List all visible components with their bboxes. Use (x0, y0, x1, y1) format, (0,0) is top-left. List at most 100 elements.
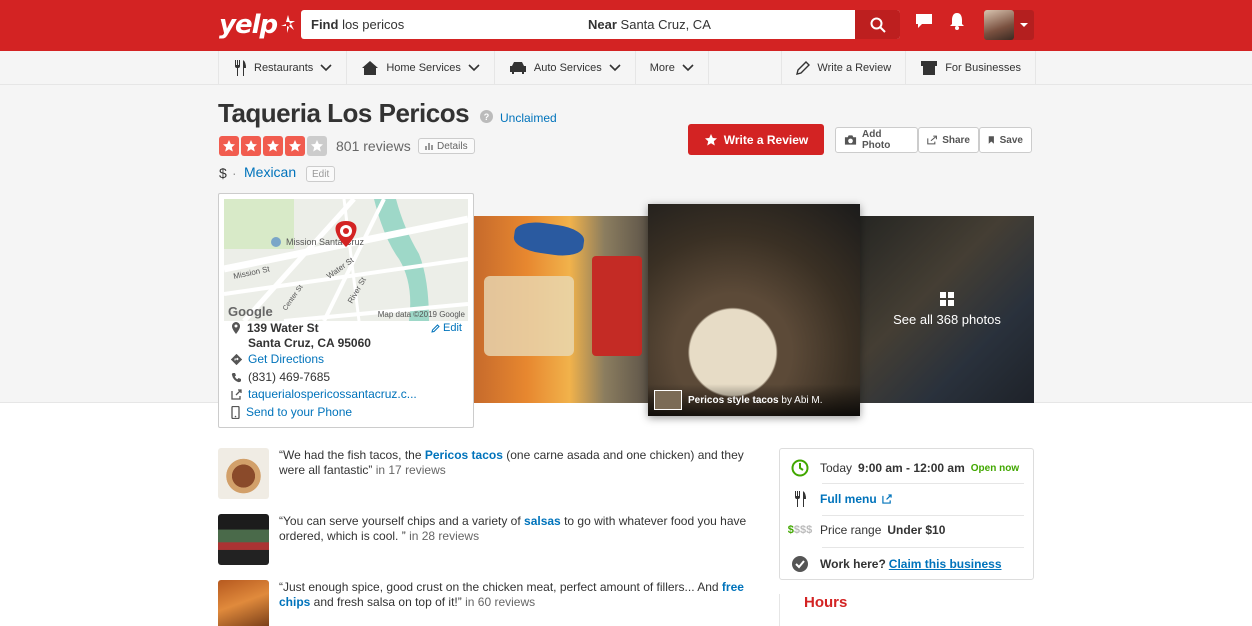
highlight-text: “Just enough spice, good crust on the ch… (279, 580, 759, 610)
save-button[interactable]: Save (979, 127, 1032, 153)
featured-photo[interactable]: Pericos style tacos by Abi M. (648, 204, 860, 416)
chevron-down-icon (609, 64, 621, 72)
map-graphic: Mission Santa Cruz Mission St Water St R… (224, 199, 468, 321)
highlight-quote: “We had the fish tacos, the (279, 448, 425, 462)
price-off: $$$ (793, 524, 813, 536)
photo-thumbnail[interactable] (474, 216, 648, 403)
find-label: Find (311, 17, 339, 32)
fork-knife-icon (795, 491, 806, 507)
today-label: Today (820, 461, 853, 475)
star-rating (219, 136, 327, 156)
today-hours-value: 9:00 am - 12:00 am (858, 461, 965, 475)
highlight-thumbnail[interactable] (218, 514, 269, 565)
review-highlight: “We had the fish tacos, the Pericos taco… (218, 448, 758, 499)
top-bar: yelp Find los pericos Near Santa Cruz, C… (0, 0, 1252, 51)
nav-for-businesses[interactable]: For Businesses (906, 51, 1036, 85)
external-link-icon (881, 494, 892, 504)
edit-category-button[interactable]: Edit (306, 166, 336, 182)
see-all-photos-tile[interactable]: See all 368 photos (860, 216, 1034, 403)
external-link-icon (231, 388, 242, 400)
full-menu[interactable]: Full menu (790, 491, 892, 507)
map[interactable]: Mission Santa Cruz Mission St Water St R… (224, 199, 468, 321)
nav-write-review[interactable]: Write a Review (782, 51, 907, 85)
add-photo-label: Add Photo (862, 129, 891, 151)
share-button[interactable]: Share (918, 127, 979, 153)
search-bar: Find los pericos Near Santa Cruz, CA (301, 10, 900, 39)
website-link: taquerialospericossantacruz.c... (248, 387, 417, 401)
details-button[interactable]: Details (418, 138, 475, 154)
caret-down-icon (1020, 23, 1028, 27)
logo-text: yelp (219, 10, 278, 40)
find-input[interactable]: Find los pericos (301, 17, 578, 32)
review-highlight: “You can serve yourself chips and a vari… (218, 514, 758, 565)
map-copyright: Map data ©2019 Google (377, 310, 465, 319)
nav-for-businesses-label: For Businesses (945, 62, 1021, 74)
search-icon (870, 17, 886, 33)
address-line1: 139 Water St (247, 321, 319, 335)
address-line2: Santa Cruz, CA 95060 (248, 336, 371, 350)
bar-chart-icon (425, 143, 433, 150)
hours-heading: Hours (804, 594, 848, 611)
price-range-value: Under $10 (887, 523, 946, 537)
highlight-count: in 28 reviews (405, 529, 480, 543)
nav-home-services[interactable]: Home Services (347, 51, 495, 85)
yelp-logo[interactable]: yelp (219, 9, 297, 41)
open-now-badge: Open now (970, 462, 1020, 474)
claim-business-link[interactable]: Claim this business (889, 557, 1002, 571)
get-directions-label: Get Directions (248, 352, 325, 366)
nav-write-review-label: Write a Review (817, 62, 892, 74)
grid-icon (940, 292, 954, 306)
address-line2-row: Santa Cruz, CA 95060 (248, 336, 371, 350)
edit-address-button[interactable]: Edit (431, 322, 462, 334)
messages-icon[interactable] (914, 12, 934, 30)
chevron-down-icon (682, 64, 694, 72)
price-range-label: Price range (820, 523, 882, 537)
near-input[interactable]: Near Santa Cruz, CA (578, 17, 855, 32)
star-icon (704, 133, 717, 145)
burst-icon (281, 15, 296, 33)
pencil-icon (796, 61, 811, 75)
address: 139 Water St (231, 321, 319, 335)
full-menu-link: Full menu (820, 492, 877, 506)
directions-icon (231, 353, 242, 365)
highlight-count: in 60 reviews (461, 595, 536, 609)
write-review-button[interactable]: Write a Review (688, 124, 824, 155)
highlight-link[interactable]: Pericos tacos (425, 448, 503, 462)
camera-icon (844, 135, 857, 145)
review-count[interactable]: 801 reviews (336, 138, 411, 154)
price-level: $ (219, 165, 227, 181)
notifications-icon[interactable] (948, 12, 966, 30)
check-circle-icon (792, 556, 808, 572)
map-brand: Google (228, 304, 273, 319)
highlight-quote: “Just enough spice, good crust on the ch… (279, 580, 722, 594)
pencil-icon (431, 323, 440, 333)
star-icon (263, 136, 283, 156)
nav-label: More (649, 62, 675, 74)
send-to-phone[interactable]: Send to your Phone (231, 405, 352, 419)
share-icon (927, 135, 937, 145)
website[interactable]: taquerialospericossantacruz.c... (231, 387, 417, 401)
mobile-icon (231, 405, 240, 419)
search-button[interactable] (855, 10, 900, 39)
review-highlight: “Just enough spice, good crust on the ch… (218, 580, 758, 626)
separator-dot: · (232, 165, 237, 181)
nav-restaurants[interactable]: Restaurants (219, 51, 348, 85)
unclaimed-link[interactable]: Unclaimed (500, 111, 557, 125)
user-menu[interactable] (984, 10, 1034, 40)
claim-business: Work here? Claim this business (790, 555, 1002, 573)
today-hours: Today 9:00 am - 12:00 am Open now (790, 459, 1019, 477)
near-label: Near (588, 17, 617, 32)
nav-more[interactable]: More (636, 51, 709, 85)
highlight-thumbnail[interactable] (218, 448, 269, 499)
highlight-thumbnail[interactable] (218, 580, 269, 626)
find-value: los pericos (342, 17, 405, 32)
category-link[interactable]: Mexican (244, 164, 296, 180)
get-directions[interactable]: Get Directions (231, 352, 324, 366)
phone-icon (231, 372, 241, 382)
nav-auto-services[interactable]: Auto Services (495, 51, 636, 85)
add-photo-button[interactable]: Add Photo (835, 127, 918, 153)
highlight-link[interactable]: salsas (524, 514, 561, 528)
category-nav: Restaurants Home Services Auto Services … (0, 51, 1252, 85)
help-icon[interactable]: ? (480, 110, 493, 123)
share-label: Share (942, 134, 970, 146)
